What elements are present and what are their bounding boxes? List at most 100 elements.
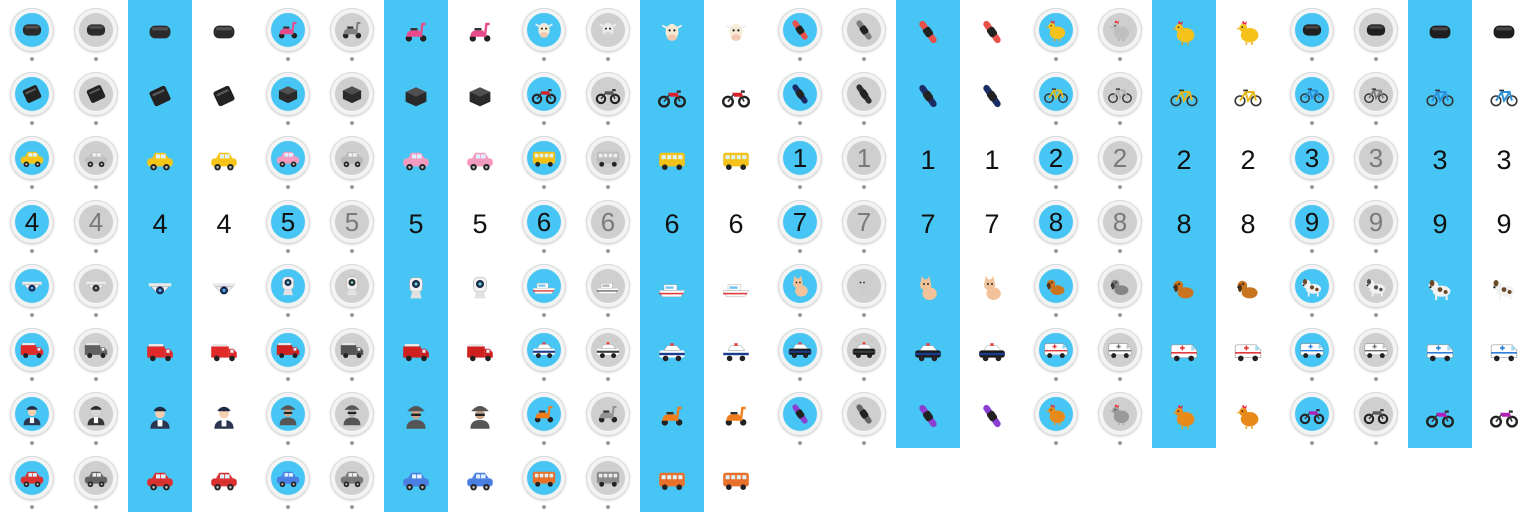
scooter-pink-icon — [338, 16, 366, 44]
marker-badge — [75, 265, 117, 307]
marker-badge — [267, 9, 309, 51]
sprite-cell — [256, 0, 320, 64]
marker-badge — [523, 73, 565, 115]
police-officer-icon — [144, 400, 176, 432]
marker-badge — [1035, 9, 1077, 51]
tracker-box-icon — [1298, 16, 1326, 44]
car-blue-icon — [274, 464, 302, 492]
sprite-cell — [832, 384, 896, 448]
sprite-cell — [1472, 64, 1536, 128]
sprite-cell — [896, 384, 960, 448]
ambulance-blue-icon — [1298, 336, 1326, 364]
fire-engine-icon — [464, 336, 496, 368]
cat-icon — [912, 272, 944, 304]
camera-cube-icon — [464, 272, 496, 304]
sprite-cell — [384, 320, 448, 384]
sprite-cell — [704, 64, 768, 128]
marker-number: 3 — [1304, 143, 1320, 173]
cow-icon — [656, 16, 688, 48]
fire-engine-icon — [338, 336, 366, 364]
marker-badge — [587, 9, 629, 51]
pin-dot — [1118, 121, 1122, 125]
sprite-cell — [704, 256, 768, 320]
marker-badge — [331, 265, 373, 307]
sprite-cell — [768, 256, 832, 320]
ambulance-blue-icon — [1424, 336, 1456, 368]
sprite-cell — [960, 64, 1024, 128]
marker-badge: 8 — [1035, 201, 1077, 243]
sprite-cell — [768, 64, 832, 128]
marker-badge — [75, 329, 117, 371]
sprite-cell: 8 — [1216, 192, 1280, 256]
sprite-cell: 3 — [1472, 128, 1536, 192]
sprite-cell — [320, 448, 384, 512]
marker-number: 5 — [280, 207, 296, 237]
sprite-cell — [1344, 64, 1408, 128]
sprite-cell — [64, 64, 128, 128]
marker-number: 6 — [600, 207, 616, 237]
sprite-cell — [1216, 64, 1280, 128]
marker-badge — [523, 9, 565, 51]
marker-badge — [331, 137, 373, 179]
tracker-slim-icon — [144, 80, 176, 112]
marker-badge: 5 — [331, 201, 373, 243]
sprite-cell — [704, 128, 768, 192]
marker-number: 6 — [664, 208, 680, 239]
marker-badge — [779, 329, 821, 371]
sprite-cell — [832, 64, 896, 128]
tracker-cube-icon — [400, 80, 432, 112]
marker-number: 4 — [216, 208, 232, 239]
sprite-cell — [384, 64, 448, 128]
marker-badge — [1291, 393, 1333, 435]
marker-number: 8 — [1112, 207, 1128, 237]
sprite-cell — [512, 128, 576, 192]
marker-plain — [1152, 320, 1216, 384]
sprite-cell — [0, 384, 64, 448]
pin-dot — [798, 57, 802, 61]
fire-engine-icon — [400, 336, 432, 368]
marker-plain — [960, 0, 1024, 64]
bicycle-yellow-icon — [1232, 80, 1264, 112]
marker-number: 5 — [408, 208, 424, 239]
ambulance-red-icon — [1042, 336, 1070, 364]
spy-icon — [338, 400, 366, 428]
ambulance-red-icon — [1168, 336, 1200, 368]
sprite-cell — [1216, 320, 1280, 384]
marker-badge — [267, 137, 309, 179]
marker-badge — [75, 137, 117, 179]
bicycle-blue-icon — [1424, 80, 1456, 112]
marker-number: 8 — [1176, 208, 1192, 239]
pin-dot — [606, 249, 610, 253]
sprite-cell — [1024, 0, 1088, 64]
camera-cube-icon — [400, 272, 432, 304]
motorcycle-red-icon — [530, 80, 558, 108]
bicycle-blue-icon — [1298, 80, 1326, 108]
marker-plain — [128, 384, 192, 448]
marker-plain — [704, 448, 768, 512]
sprite-cell — [1344, 384, 1408, 448]
sprite-cell — [1408, 384, 1472, 448]
sprite-cell — [1408, 0, 1472, 64]
bicycle-yellow-icon — [1042, 80, 1070, 108]
sprite-cell — [1088, 64, 1152, 128]
sprite-cell — [128, 64, 192, 128]
marker-plain — [1472, 256, 1536, 320]
icon-sprite-sheet: 1 1 1 1 2 2 2 2 3 3 3 3 4 4 4 4 5 5 5 5 6 6 6 6 7 7 7 7 8 8 8 8 9 9 9 9 — [0, 0, 1536, 512]
pin-dot — [606, 441, 610, 445]
marker-plain: 5 — [448, 192, 512, 256]
sprite-cell — [192, 448, 256, 512]
sprite-cell — [320, 320, 384, 384]
sprite-cell: 9 — [1408, 192, 1472, 256]
marker-number: 2 — [1240, 144, 1256, 175]
sprite-cell — [1344, 256, 1408, 320]
pin-dot — [1374, 249, 1378, 253]
marker-badge — [331, 457, 373, 499]
marker-badge — [75, 73, 117, 115]
pin-dot — [30, 57, 34, 61]
pin-dot — [542, 57, 546, 61]
marker-plain — [128, 64, 192, 128]
pin-dot — [94, 377, 98, 381]
marker-plain — [1216, 384, 1280, 448]
sprite-cell — [960, 0, 1024, 64]
sprite-cell — [256, 256, 320, 320]
